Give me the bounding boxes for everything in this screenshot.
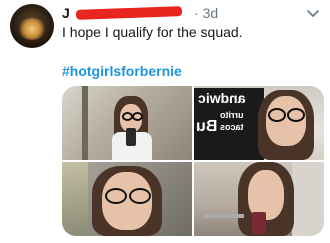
chevron-down-icon[interactable]	[306, 7, 320, 21]
photo-3[interactable]	[62, 162, 192, 236]
redaction-mark	[75, 6, 183, 20]
photo-2[interactable]: andwic urrito Bu tacos	[194, 86, 324, 160]
media-grid: andwic urrito Bu tacos	[62, 86, 324, 236]
author-name-wrap[interactable]: J	[62, 5, 183, 23]
sign-text-top: andwic	[198, 90, 246, 106]
timestamp-value: 3d	[202, 5, 219, 21]
sign-text-low: Bu	[196, 118, 218, 135]
avatar[interactable]	[10, 4, 54, 48]
author-name[interactable]: J	[62, 5, 70, 21]
avatar-image	[18, 18, 46, 40]
hashtag-link[interactable]: #hotgirlsforbernie	[62, 63, 182, 79]
photo-4[interactable]	[194, 162, 324, 236]
sign-text-right: tacos	[220, 122, 244, 132]
tweet-timestamp[interactable]: · 3d	[194, 5, 218, 21]
tweet-text: I hope I qualify for the squad.	[62, 24, 243, 40]
photo-1[interactable]	[62, 86, 192, 160]
sign-text-mid: urrito	[220, 110, 244, 120]
restaurant-sign: andwic urrito Bu tacos	[194, 88, 264, 160]
tweet-header: J · 3d	[62, 5, 320, 23]
